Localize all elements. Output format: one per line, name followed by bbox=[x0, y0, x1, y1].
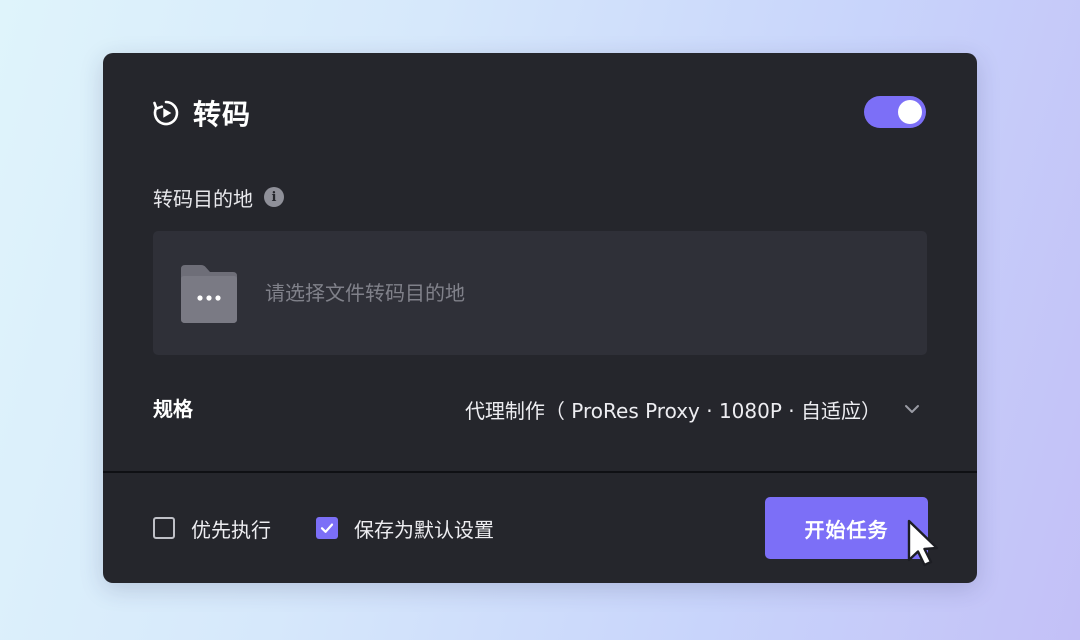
transcode-toggle[interactable] bbox=[864, 96, 926, 128]
spec-value: 代理制作（ ProRes Proxy · 1080P · 自适应） bbox=[464, 398, 881, 423]
priority-option[interactable]: 优先执行 bbox=[153, 513, 271, 543]
chevron-down-icon bbox=[903, 400, 921, 418]
check-icon bbox=[320, 523, 334, 533]
section-divider bbox=[103, 471, 977, 473]
toggle-knob bbox=[898, 100, 922, 124]
transcode-panel: 转码 转码目的地 i 请选择文件转码目的地 规格 代理制作（ ProRes Pr… bbox=[103, 53, 977, 583]
save-default-label: 保存为默认设置 bbox=[354, 517, 494, 542]
priority-label: 优先执行 bbox=[191, 517, 271, 542]
destination-picker[interactable]: 请选择文件转码目的地 bbox=[153, 231, 927, 355]
priority-checkbox[interactable] bbox=[153, 517, 175, 539]
folder-more-icon bbox=[177, 265, 241, 323]
panel-title: 转码 bbox=[193, 98, 252, 131]
destination-label: 转码目的地 bbox=[153, 186, 253, 211]
destination-label-row: 转码目的地 i bbox=[153, 183, 284, 211]
panel-header: 转码 bbox=[151, 93, 251, 133]
save-default-checkbox[interactable] bbox=[316, 517, 338, 539]
info-icon[interactable]: i bbox=[264, 187, 284, 207]
transcode-icon bbox=[151, 98, 181, 128]
start-task-button[interactable]: 开始任务 bbox=[765, 497, 928, 559]
spec-dropdown[interactable]: 代理制作（ ProRes Proxy · 1080P · 自适应） bbox=[465, 393, 921, 425]
save-default-option[interactable]: 保存为默认设置 bbox=[316, 513, 494, 543]
destination-placeholder: 请选择文件转码目的地 bbox=[265, 281, 465, 305]
spec-label: 规格 bbox=[153, 397, 193, 421]
